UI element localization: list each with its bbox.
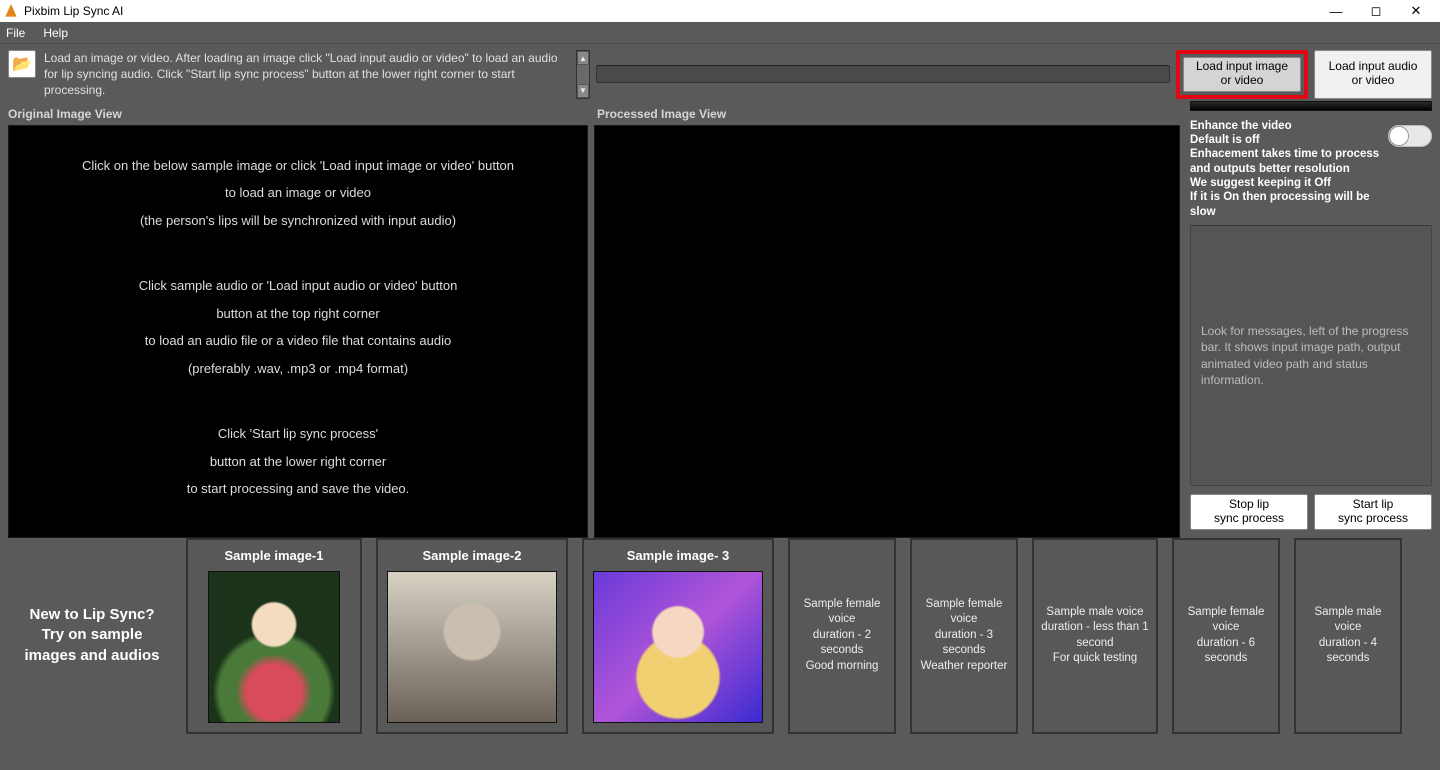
window-minimize-button[interactable]: —	[1316, 0, 1356, 22]
load-image-highlight: Load input image or video	[1176, 50, 1308, 99]
start-lip-sync-button[interactable]: Start lip sync process	[1314, 494, 1432, 530]
sample-audio-4-l2: duration - 6 seconds	[1180, 636, 1272, 667]
instr-1-3: (the person's lips will be synchronized …	[29, 211, 567, 231]
samples-intro: New to Lip Sync? Try on sample images an…	[8, 538, 176, 734]
window-titlebar: Pixbim Lip Sync AI — ◻ ✕	[0, 0, 1440, 22]
file-path-field[interactable]	[596, 65, 1170, 83]
enhance-title: Enhance the video	[1190, 119, 1380, 133]
status-message-text: Look for messages, left of the progress …	[1201, 323, 1421, 388]
toggle-knob-icon	[1390, 127, 1408, 145]
processed-view-header: Processed Image View	[591, 105, 1180, 125]
sample-audio-5-l2: duration - 4 seconds	[1302, 636, 1394, 667]
menubar: File Help	[0, 22, 1440, 44]
load-audio-label-l2: or video	[1315, 74, 1431, 88]
instr-3-3: to start processing and save the video.	[29, 479, 567, 499]
sample-audio-1-l3: Good morning	[796, 659, 888, 675]
scroll-down-icon[interactable]: ▼	[577, 84, 589, 98]
instr-3-2: button at the lower right corner	[29, 452, 567, 472]
sample-audio-3-l3: For quick testing	[1040, 651, 1150, 667]
window-title: Pixbim Lip Sync AI	[24, 4, 123, 18]
sample-audio-1[interactable]: Sample female voice duration - 2 seconds…	[788, 538, 896, 734]
scroll-track[interactable]	[577, 65, 589, 84]
start-label-l2: sync process	[1315, 512, 1431, 526]
stop-lip-sync-button[interactable]: Stop lip sync process	[1190, 494, 1308, 530]
sample-audio-4-l1: Sample female voice	[1180, 605, 1272, 636]
sample-audio-2[interactable]: Sample female voice duration - 3 seconds…	[910, 538, 1018, 734]
hint-box: Load an image or video. After loading an…	[42, 50, 590, 99]
enhance-l3: We suggest keeping it Off	[1190, 176, 1380, 190]
processed-image-panel	[594, 125, 1180, 538]
window-close-button[interactable]: ✕	[1396, 0, 1436, 22]
side-panel: Enhance the video Default is off Enhacem…	[1180, 105, 1440, 530]
instr-2-1: Click sample audio or 'Load input audio …	[29, 276, 567, 296]
folder-open-icon: 📂	[12, 54, 32, 74]
load-image-label-l1: Load input image	[1184, 60, 1300, 74]
start-label-l1: Start lip	[1315, 498, 1431, 512]
enhance-description: Enhance the video Default is off Enhacem…	[1190, 119, 1380, 220]
sample-audio-5-l1: Sample male voice	[1302, 605, 1394, 636]
progress-bar	[1190, 101, 1432, 111]
sample-image-2[interactable]: Sample image-2	[376, 538, 568, 734]
sample-image-3[interactable]: Sample image- 3	[582, 538, 774, 734]
hint-text: Load an image or video. After loading an…	[42, 50, 576, 99]
sample-audio-3-l1: Sample male voice	[1040, 605, 1150, 621]
scroll-up-icon[interactable]: ▲	[577, 51, 589, 65]
window-maximize-button[interactable]: ◻	[1356, 0, 1396, 22]
views-column: Original Image View Processed Image View…	[8, 105, 1180, 530]
load-image-label-l2: or video	[1184, 74, 1300, 88]
sample-image-3-title: Sample image- 3	[627, 548, 730, 563]
instr-1-2: to load an image or video	[29, 183, 567, 203]
sample-image-2-title: Sample image-2	[423, 548, 522, 563]
sample-audio-3[interactable]: Sample male voice duration - less than 1…	[1032, 538, 1158, 734]
instr-2-4: (preferably .wav, .mp3 or .mp4 format)	[29, 359, 567, 379]
sample-audio-1-l2: duration - 2 seconds	[796, 628, 888, 659]
sample-audio-2-l3: Weather reporter	[918, 659, 1010, 675]
load-audio-label-l1: Load input audio	[1315, 60, 1431, 74]
stop-label-l1: Stop lip	[1191, 498, 1307, 512]
original-view-header: Original Image View	[8, 105, 591, 125]
main-area: Original Image View Processed Image View…	[0, 105, 1440, 530]
sample-image-1-title: Sample image-1	[225, 548, 324, 563]
status-message-box: Look for messages, left of the progress …	[1190, 225, 1432, 486]
hint-scrollbar[interactable]: ▲ ▼	[576, 50, 590, 99]
sample-audio-2-l1: Sample female voice	[918, 597, 1010, 628]
sample-audio-2-l2: duration - 3 seconds	[918, 628, 1010, 659]
enhance-l1: Default is off	[1190, 133, 1380, 147]
sample-audio-1-l1: Sample female voice	[796, 597, 888, 628]
sample-audio-3-l2: duration - less than 1 second	[1040, 620, 1150, 651]
app-icon	[4, 4, 18, 18]
load-input-image-button[interactable]: Load input image or video	[1183, 57, 1301, 92]
intro-l1: New to Lip Sync?	[14, 605, 170, 625]
top-toolbar: 📂 Load an image or video. After loading …	[0, 44, 1440, 105]
sample-image-1-thumb	[208, 571, 340, 723]
sample-audio-4[interactable]: Sample female voice duration - 6 seconds	[1172, 538, 1280, 734]
sample-image-1[interactable]: Sample image-1	[186, 538, 362, 734]
open-folder-button[interactable]: 📂	[8, 50, 36, 78]
instr-3-1: Click 'Start lip sync process'	[29, 424, 567, 444]
samples-row: Sample image-1 Sample image-2 Sample ima…	[186, 538, 1432, 734]
stop-label-l2: sync process	[1191, 512, 1307, 526]
menu-help[interactable]: Help	[43, 26, 68, 40]
enhance-l4: If it is On then processing will be slow	[1190, 190, 1380, 219]
enhance-l2: Enhacement takes time to process and out…	[1190, 147, 1380, 176]
load-input-audio-button[interactable]: Load input audio or video	[1314, 50, 1432, 99]
instr-2-2: button at the top right corner	[29, 304, 567, 324]
instr-2-3: to load an audio file or a video file th…	[29, 331, 567, 351]
sample-image-3-thumb	[593, 571, 763, 723]
menu-file[interactable]: File	[6, 26, 25, 40]
original-image-panel: Click on the below sample image or click…	[8, 125, 588, 538]
samples-area: New to Lip Sync? Try on sample images an…	[0, 530, 1440, 742]
sample-image-2-thumb	[387, 571, 557, 723]
enhance-video-toggle[interactable]	[1388, 125, 1432, 147]
intro-l2: Try on sample images and audios	[14, 625, 170, 666]
sample-audio-5[interactable]: Sample male voice duration - 4 seconds	[1294, 538, 1402, 734]
instr-1-1: Click on the below sample image or click…	[29, 156, 567, 176]
